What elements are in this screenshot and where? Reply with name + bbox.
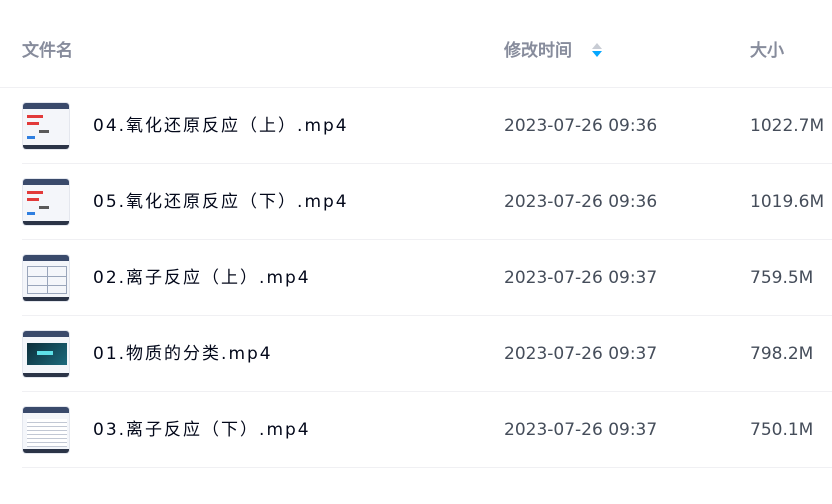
file-size: 750.1M	[750, 420, 814, 440]
video-thumbnail[interactable]	[22, 406, 70, 454]
file-size: 798.2M	[750, 344, 814, 364]
file-name[interactable]: 05.氧化还原反应（下）.mp4	[93, 190, 349, 214]
file-mtime: 2023-07-26 09:36	[504, 116, 658, 136]
file-row[interactable]: 01.物质的分类.mp4 2023-07-26 09:37 798.2M	[0, 316, 832, 392]
column-header-size[interactable]: 大小	[750, 39, 784, 63]
file-row[interactable]: 04.氧化还原反应（上）.mp4 2023-07-26 09:36 1022.7…	[0, 88, 832, 164]
file-name[interactable]: 03.离子反应（下）.mp4	[93, 418, 311, 442]
file-rows: 04.氧化还原反应（上）.mp4 2023-07-26 09:36 1022.7…	[0, 88, 832, 468]
file-list: 文件名 修改时间 大小 04.氧化还原反应（上）.mp4 2023-07-26 …	[0, 0, 832, 504]
file-name[interactable]: 01.物质的分类.mp4	[93, 342, 273, 366]
file-row[interactable]: 02.离子反应（上）.mp4 2023-07-26 09:37 759.5M	[0, 240, 832, 316]
video-thumbnail[interactable]	[22, 102, 70, 150]
list-header: 文件名 修改时间 大小	[0, 0, 832, 88]
column-header-mtime[interactable]: 修改时间	[504, 39, 572, 63]
file-name[interactable]: 04.氧化还原反应（上）.mp4	[93, 114, 349, 138]
file-name[interactable]: 02.离子反应（上）.mp4	[93, 266, 311, 290]
file-size: 759.5M	[750, 268, 814, 288]
file-row[interactable]: 05.氧化还原反应（下）.mp4 2023-07-26 09:36 1019.6…	[0, 164, 832, 240]
file-row[interactable]: 03.离子反应（下）.mp4 2023-07-26 09:37 750.1M	[0, 392, 832, 468]
column-header-name[interactable]: 文件名	[22, 39, 73, 63]
file-mtime: 2023-07-26 09:36	[504, 192, 658, 212]
file-size: 1022.7M	[750, 116, 825, 136]
video-thumbnail[interactable]	[22, 330, 70, 378]
video-thumbnail[interactable]	[22, 178, 70, 226]
file-mtime: 2023-07-26 09:37	[504, 268, 658, 288]
file-mtime: 2023-07-26 09:37	[504, 344, 658, 364]
file-size: 1019.6M	[750, 192, 825, 212]
sort-down-arrow	[592, 51, 602, 57]
sort-desc-icon[interactable]	[590, 40, 604, 60]
sort-up-arrow	[592, 43, 602, 49]
file-mtime: 2023-07-26 09:37	[504, 420, 658, 440]
video-thumbnail[interactable]	[22, 254, 70, 302]
